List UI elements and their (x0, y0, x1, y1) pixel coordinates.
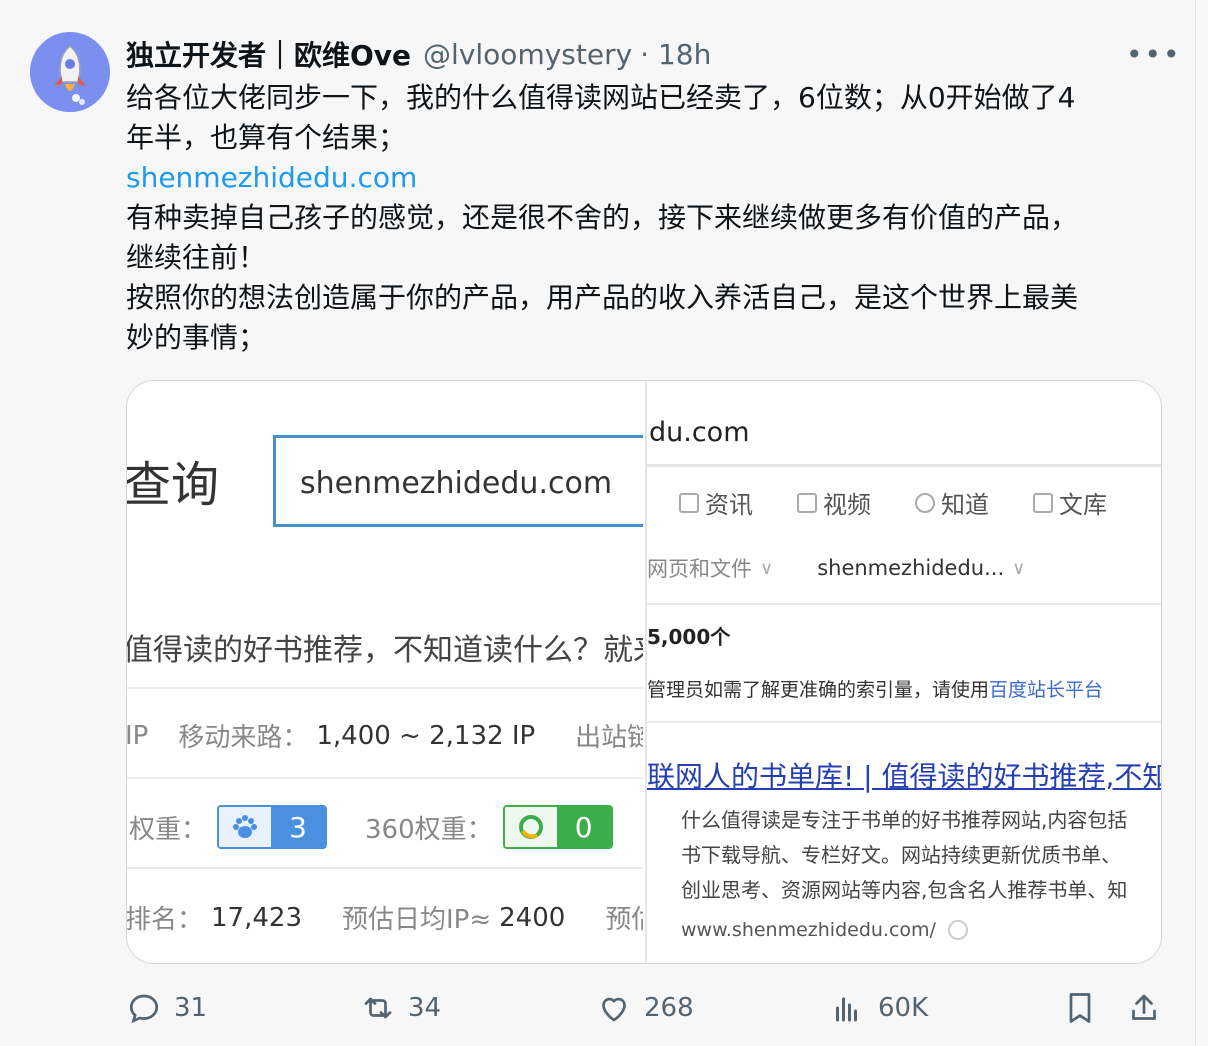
estimate-label: 预估日 (605, 905, 643, 935)
bookmark-icon (1069, 993, 1091, 1023)
reply-count: 31 (174, 993, 208, 1023)
divider (647, 603, 1161, 605)
tweet-line: 妙的事情； (126, 321, 267, 354)
tab-news: 资讯 (679, 485, 753, 520)
daily-ip-value: 2400 (499, 902, 566, 933)
media-left-screenshot: 查询 shenmezhidedu.com 值得读的好书推荐，不知道读什么？就来 … (127, 381, 643, 963)
baidu-paw-icon (219, 807, 272, 847)
daily-ip-label: 预估日均IP≈ (342, 905, 492, 935)
rocket-avatar-icon (30, 32, 110, 112)
360-weight-value: 0 (556, 807, 611, 847)
domain-search-box: shenmezhidedu.com (273, 435, 643, 527)
chevron-down-icon: ∨ (1012, 557, 1026, 579)
tweet-line: 按照你的想法创造属于你的产品，用产品的收入养活自己，是这个世界上最美 (126, 281, 1079, 314)
baidu-weight-value: 3 (271, 807, 326, 847)
share-button[interactable] (1126, 990, 1174, 1026)
view-count: 60K (878, 993, 929, 1023)
mobile-source-value: 1,400 ~ 2,132 IP (316, 720, 536, 751)
retweet-count: 34 (408, 993, 442, 1023)
tab-video: 视频 (797, 485, 871, 520)
news-icon (679, 492, 699, 513)
more-options-icon[interactable]: ••• (1126, 38, 1180, 71)
filter-type: 网页和文件 ∨ (647, 557, 774, 581)
ip-suffix: IP (127, 720, 149, 751)
retweet-icon (364, 997, 392, 1019)
avatar[interactable] (30, 32, 110, 112)
divider (127, 867, 643, 869)
tweet-line: 年半，也算有个结果； (126, 121, 407, 154)
index-note: 管理员如需了解更准确的索引量，请使用百度站长平台 (647, 679, 1104, 701)
search-tabs: 资讯 视频 知道 文库 (647, 485, 1151, 520)
chevron-down-icon: ∨ (760, 557, 774, 579)
result-title: 联网人的书单库! | 值得读的好书推荐,不知 (647, 760, 1162, 793)
rank-label: 排名： (127, 905, 204, 935)
divider (647, 721, 1161, 723)
document-icon (1033, 492, 1053, 513)
baidu-weight-badge: 3 (217, 805, 328, 849)
outbound-label: 出站链 (575, 723, 643, 753)
tweet-line: 继续往前！ (126, 241, 267, 274)
weight-row: 权重： 3 360权重： 0 (129, 805, 643, 849)
360-weight-badge: 0 (502, 805, 613, 849)
share-icon (1132, 994, 1156, 1020)
domain-search-value: shenmezhidedu.com (300, 466, 613, 501)
site-status-icon (947, 920, 968, 940)
baidu-weight-label: 权重： (129, 814, 208, 845)
site-description: 值得读的好书推荐，不知道读什么？就来 (127, 633, 643, 668)
media-right-screenshot: du.com 资讯 视频 知道 文库 网页和文件 ∨ shenmezhidedu.… (645, 381, 1162, 963)
tab-zhidao: 知道 (915, 485, 989, 520)
search-query-bar: du.com (647, 405, 1161, 467)
like-count: 268 (644, 993, 694, 1023)
tweet-card: 独立开发者｜欧维Ove @lvloomystery · 18h ••• 给各位大… (0, 0, 1196, 1046)
tweet-line: 有种卖掉自己孩子的感觉，还是很不舍的，接下来继续做更多有价值的产品， (126, 201, 1079, 234)
divider (127, 687, 643, 689)
tweet-actions: 31 34 268 60K (126, 990, 1166, 1034)
views-button[interactable]: 60K (830, 990, 928, 1026)
tweet-header: 独立开发者｜欧维Ove @lvloomystery · 18h (126, 34, 711, 74)
360-logo-icon (504, 807, 557, 847)
divider (127, 777, 643, 779)
question-icon (915, 492, 935, 513)
tweet-text: 给各位大佬同步一下，我的什么值得读网站已经卖了，6位数；从0开始做了4 年半，也… (126, 78, 1166, 358)
analytics-icon (836, 997, 857, 1022)
tweet-link[interactable]: shenmezhidedu.com (126, 158, 1166, 198)
index-count: 5,000个 (647, 625, 731, 649)
tweet-time[interactable]: · 18h (640, 38, 711, 71)
reply-icon (129, 994, 159, 1024)
author-name[interactable]: 独立开发者｜欧维Ove (126, 34, 411, 74)
search-filters: 网页和文件 ∨ shenmezhidedu... ∨ (647, 553, 1069, 583)
author-handle[interactable]: @lvloomystery (423, 38, 632, 71)
traffic-row: IP 移动来路： 1,400 ~ 2,132 IP 出站链 (127, 717, 643, 754)
result-url: www.shenmezhidedu.com/ (681, 919, 968, 941)
result-snippet: 什么值得读是专注于书单的好书推荐网站,内容包括 书下载导航、专栏好文。网站持续更… (681, 808, 1128, 902)
tab-wenku: 文库 (1033, 485, 1107, 520)
filter-site: shenmezhidedu... ∨ (817, 556, 1026, 580)
video-icon (797, 492, 817, 513)
rank-value: 17,423 (211, 902, 302, 933)
tweet-line: 给各位大佬同步一下，我的什么值得读网站已经卖了，6位数；从0开始做了4 (126, 81, 1076, 114)
like-button[interactable]: 268 (596, 990, 694, 1026)
reply-button[interactable]: 31 (126, 990, 207, 1026)
360-weight-label: 360权重： (365, 814, 493, 845)
mobile-source-label: 移动来路： (178, 723, 309, 753)
lookup-title: 查询 (127, 457, 220, 513)
retweet-button[interactable]: 34 (360, 990, 441, 1026)
heart-icon (602, 997, 626, 1022)
rank-row: 排名： 17,423 预估日均IP≈ 2400 预估日 (127, 899, 643, 936)
tweet-media-image[interactable]: 查询 shenmezhidedu.com 值得读的好书推荐，不知道读什么？就来 … (126, 380, 1162, 964)
webmaster-link: 百度站长平台 (989, 679, 1104, 701)
bookmark-button[interactable] (1062, 990, 1110, 1026)
